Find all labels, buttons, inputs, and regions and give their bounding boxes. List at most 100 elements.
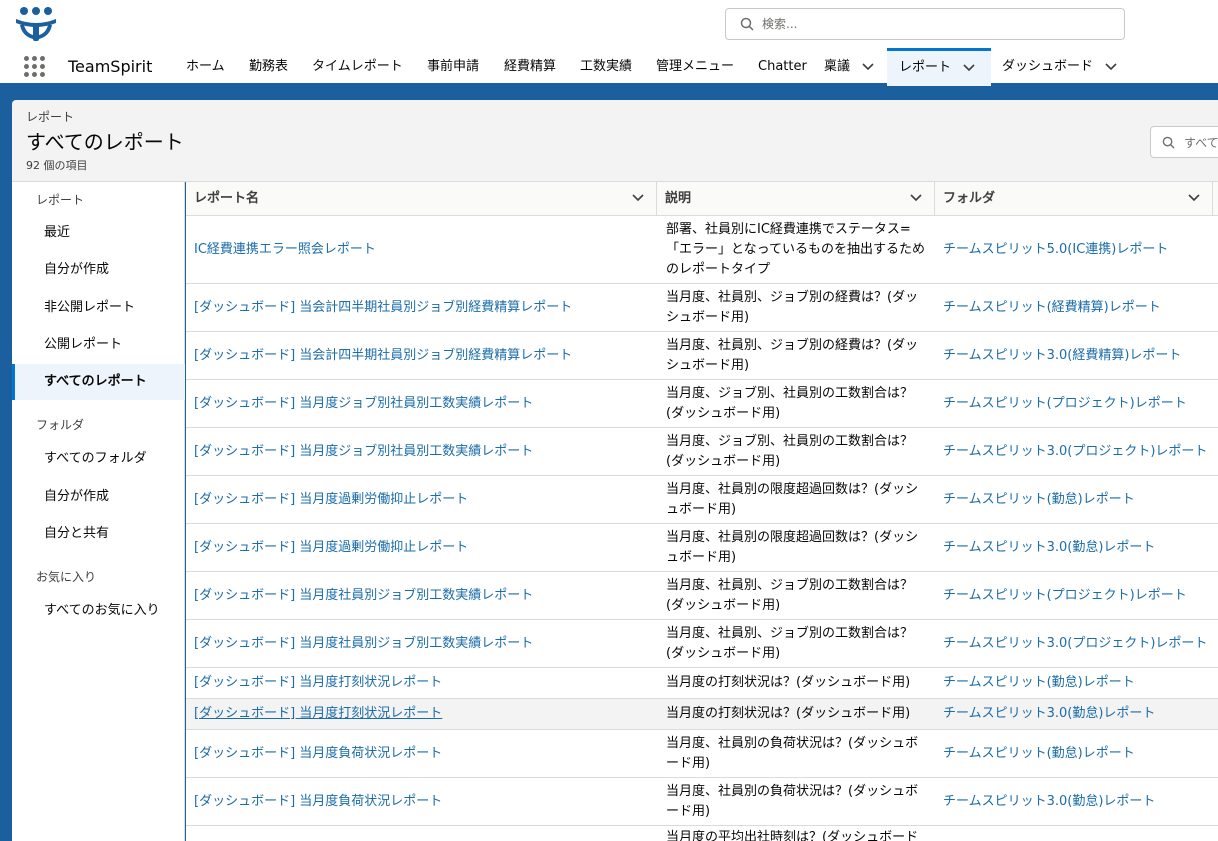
report-description: 当月度、社員別の限度超過回数は？(ダッシュボード用): [666, 529, 919, 565]
nav-item-admin-menu[interactable]: 管理メニュー: [656, 48, 734, 86]
folder-link[interactable]: チームスピリット(プロジェクト)レポート: [943, 394, 1187, 414]
report-name-link[interactable]: [ダッシュボード] 当月度過剰労働抑止レポート: [194, 538, 468, 558]
folder-link[interactable]: チームスピリット(勤怠)レポート: [943, 673, 1135, 693]
sidebar-item-all-reports[interactable]: すべてのレポート: [12, 364, 185, 400]
report-name-link[interactable]: [ダッシュボード] 当月度過剰労働抑止レポート: [194, 490, 468, 510]
table-row: [ダッシュボード] 当会計四半期社員別ジョブ別経費精算レポート 当月度、社員別、…: [186, 332, 1218, 380]
nav-item-dashboard[interactable]: ダッシュボード: [1002, 48, 1117, 86]
chevron-down-icon[interactable]: [1105, 62, 1117, 71]
item-count: 92 個の項目: [26, 159, 88, 172]
report-description: 当月度、社員別の負荷状況は？(ダッシュボード用): [666, 783, 919, 819]
nav-item-label: 経費精算: [504, 59, 557, 74]
report-name-link[interactable]: [ダッシュボード] 当月度ジョブ別社員別工数実績レポート: [194, 394, 533, 414]
nav-item-timesheet[interactable]: 勤務表: [249, 48, 288, 86]
teamspirit-logo-icon[interactable]: [14, 5, 58, 43]
report-name-link[interactable]: [ダッシュボード] 当月度社員別ジョブ別工数実績レポート: [194, 634, 533, 654]
sidebar-item-public-reports[interactable]: 公開レポート: [12, 327, 185, 363]
table-row: [ダッシュボード] 当月度過剰労働抑止レポート 当月度、社員別の限度超過回数は？…: [186, 524, 1218, 572]
list-search-placeholder: すべて: [1184, 136, 1218, 150]
nav-item-home[interactable]: ホーム: [186, 48, 225, 86]
folder-link[interactable]: チームスピリット3.0(勤怠)レポート: [943, 538, 1155, 558]
column-header-description[interactable]: 説明: [657, 182, 935, 216]
nav-item-label: Chatter: [758, 59, 807, 74]
folder-link[interactable]: チームスピリット(経費精算)レポート: [943, 298, 1161, 318]
report-name-link[interactable]: [ダッシュボード] 当月度ジョブ別社員別工数実績レポート: [194, 442, 533, 462]
report-description: 当月度、社員別の限度超過回数は？(ダッシュボード用): [666, 481, 919, 517]
table-row-partial: 当月度の平均出社時刻は？(ダッシュボード: [186, 826, 1218, 841]
folder-link[interactable]: チームスピリット5.0(IC連携)レポート: [943, 240, 1168, 260]
chevron-down-icon[interactable]: [862, 62, 874, 71]
report-description: 当月度の平均出社時刻は？(ダッシュボード: [666, 830, 919, 841]
report-name-link[interactable]: [ダッシュボード] 当会計四半期社員別ジョブ別経費精算レポート: [194, 298, 572, 318]
sidebar-item-all-favorites[interactable]: すべてのお気に入り: [12, 593, 185, 629]
global-search-input[interactable]: [762, 9, 1112, 39]
report-name-link[interactable]: [ダッシュボード] 当月度打刻状況レポート: [194, 673, 442, 693]
folder-link[interactable]: チームスピリット(勤怠)レポート: [943, 744, 1135, 764]
nav-item-chatter[interactable]: Chatter: [758, 48, 807, 86]
search-icon: [740, 17, 754, 31]
sidebar-item-folders-created-by-me[interactable]: 自分が作成: [12, 479, 185, 515]
report-name-link[interactable]: [ダッシュボード] 当月度負荷状況レポート: [194, 792, 442, 812]
report-description: 当月度、社員別、ジョブ別の経費は？(ダッシュボード用): [666, 289, 919, 325]
column-header-label: フォルダ: [943, 191, 996, 206]
nav-item-pre-application[interactable]: 事前申請: [427, 48, 479, 86]
nav-item-time-report[interactable]: タイムレポート: [312, 48, 403, 86]
column-header-folder[interactable]: フォルダ: [935, 182, 1213, 216]
nav-item-label: 管理メニュー: [656, 59, 735, 74]
list-search[interactable]: すべて: [1150, 126, 1218, 158]
table-row: [ダッシュボード] 当月度社員別ジョブ別工数実績レポート 当月度、社員別、ジョブ…: [186, 620, 1218, 668]
column-header-report-name[interactable]: レポート名: [186, 182, 657, 216]
folder-link[interactable]: チームスピリット3.0(勤怠)レポート: [943, 792, 1155, 812]
nav-item-work-hours[interactable]: 工数実績: [580, 48, 632, 86]
nav-item-approval[interactable]: 稟議: [824, 48, 874, 86]
nav-item-expense[interactable]: 経費精算: [504, 48, 556, 86]
chevron-down-icon[interactable]: [963, 63, 975, 72]
global-header: [0, 0, 1218, 48]
report-name-link[interactable]: [ダッシュボード] 当月度打刻状況レポート: [194, 704, 442, 724]
table-row: [ダッシュボード] 当月度過剰労働抑止レポート 当月度、社員別の限度超過回数は？…: [186, 476, 1218, 524]
sidebar-item-private-reports[interactable]: 非公開レポート: [12, 290, 185, 326]
nav-item-label: 工数実績: [580, 59, 633, 74]
sidebar-section-reports: レポート: [36, 193, 85, 207]
report-name-link[interactable]: [ダッシュボード] 当月度負荷状況レポート: [194, 744, 442, 764]
breadcrumb[interactable]: レポート: [26, 108, 74, 125]
folder-link[interactable]: チームスピリット(プロジェクト)レポート: [943, 586, 1187, 606]
nav-item-reports[interactable]: レポート: [887, 48, 991, 86]
report-description: 当月度の打刻状況は？(ダッシュボード用): [666, 675, 911, 690]
sidebar-item-shared-with-me[interactable]: 自分と共有: [12, 516, 185, 552]
chevron-down-icon[interactable]: [632, 194, 644, 202]
nav-item-label: 勤務表: [249, 59, 289, 74]
nav-item-label: 事前申請: [427, 59, 480, 74]
folder-link[interactable]: チームスピリット3.0(勤怠)レポート: [943, 704, 1155, 724]
sidebar-item-recent[interactable]: 最近: [12, 215, 185, 251]
sidebar-section-favorites: お気に入り: [36, 570, 97, 584]
folder-link[interactable]: チームスピリット3.0(経費精算)レポート: [943, 346, 1181, 366]
column-header-label: レポート名: [194, 191, 260, 206]
sidebar-section-folders: フォルダ: [36, 418, 85, 432]
table-row: [ダッシュボード] 当月度打刻状況レポート 当月度の打刻状況は？(ダッシュボード…: [186, 668, 1218, 699]
report-name-link[interactable]: IC経費連携エラー照会レポート: [194, 240, 376, 260]
table-row: [ダッシュボード] 当会計四半期社員別ジョブ別経費精算レポート 当月度、社員別、…: [186, 284, 1218, 332]
app-launcher-icon[interactable]: [24, 56, 46, 78]
app-nav-bar: TeamSpirit ホーム 勤務表 タイムレポート 事前申請 経費精算 工数実…: [0, 48, 1218, 86]
folder-link[interactable]: チームスピリット3.0(プロジェクト)レポート: [943, 634, 1207, 654]
chevron-down-icon[interactable]: [910, 194, 922, 202]
folder-link[interactable]: チームスピリット3.0(プロジェクト)レポート: [943, 442, 1207, 462]
global-search[interactable]: [725, 8, 1125, 40]
report-description: 当月度の打刻状況は？(ダッシュボード用): [666, 706, 911, 721]
chevron-down-icon[interactable]: [1188, 194, 1200, 202]
table-row-hovered: [ダッシュボード] 当月度打刻状況レポート 当月度の打刻状況は？(ダッシュボード…: [186, 699, 1218, 730]
column-header-label: 説明: [665, 191, 692, 206]
page-title: すべてのレポート: [26, 130, 184, 154]
folder-link[interactable]: チームスピリット(勤怠)レポート: [943, 490, 1135, 510]
report-sidebar: レポート 最近 自分が作成 非公開レポート 公開レポート すべてのレポート フォ…: [12, 182, 185, 841]
sidebar-item-created-by-me[interactable]: 自分が作成: [12, 252, 185, 288]
report-name-link[interactable]: [ダッシュボード] 当会計四半期社員別ジョブ別経費精算レポート: [194, 346, 572, 366]
report-description: 当月度、ジョブ別、社員別の工数割合は？(ダッシュボード用): [666, 385, 914, 421]
table-row: [ダッシュボード] 当月度ジョブ別社員別工数実績レポート 当月度、ジョブ別、社員…: [186, 428, 1218, 476]
report-name-link[interactable]: [ダッシュボード] 当月度社員別ジョブ別工数実績レポート: [194, 586, 533, 606]
sidebar-item-all-folders[interactable]: すべてのフォルダ: [12, 441, 185, 477]
table-row: [ダッシュボード] 当月度負荷状況レポート 当月度、社員別の負荷状況は？(ダッシ…: [186, 778, 1218, 826]
table-header: レポート名 説明 フォルダ: [186, 182, 1218, 216]
app-name: TeamSpirit: [68, 57, 153, 76]
